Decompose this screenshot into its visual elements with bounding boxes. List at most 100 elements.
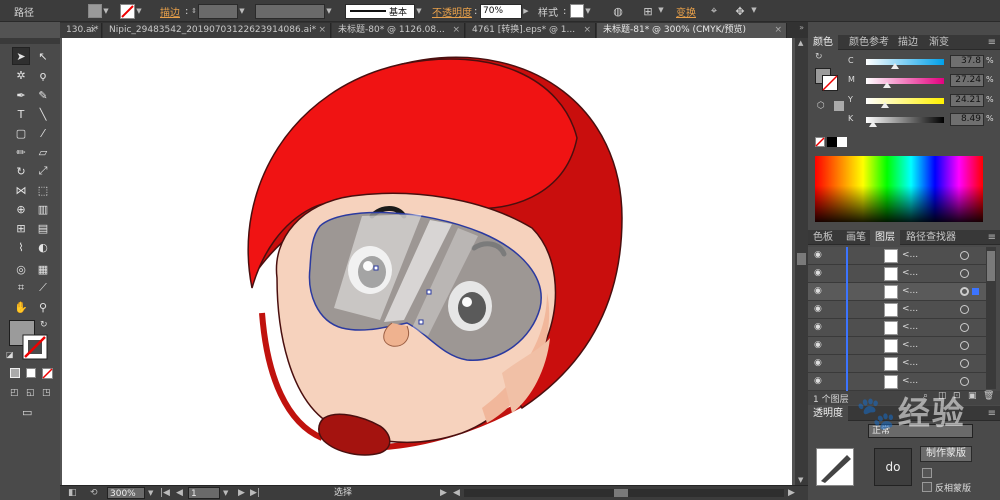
channel-value-field[interactable]: 8.49 <box>950 113 984 126</box>
none-swatch[interactable] <box>815 137 825 147</box>
scrollbar-thumb[interactable] <box>614 489 628 497</box>
rotate-view-icon[interactable]: ⟲ <box>90 487 98 499</box>
target-icon[interactable] <box>960 341 969 350</box>
recolor-artwork-icon[interactable]: ◍ <box>610 3 626 19</box>
target-icon[interactable] <box>960 269 969 278</box>
eye-icon[interactable]: ◉ <box>814 268 826 279</box>
slider-track[interactable] <box>866 78 944 84</box>
eye-icon[interactable]: ◉ <box>814 322 826 333</box>
zoom-tool-icon[interactable]: ⚲ <box>34 298 52 316</box>
slider-knob[interactable] <box>883 82 891 88</box>
panel-menu-icon[interactable]: ≡ <box>988 37 996 48</box>
chevron-down-icon[interactable]: ▼ <box>584 4 592 18</box>
vertical-scrollbar[interactable]: ▲ ▼ <box>795 38 808 485</box>
chevron-down-icon[interactable]: ▼ <box>223 487 228 499</box>
tabs-overflow-icon[interactable]: » <box>799 23 804 32</box>
layer-row[interactable]: ◉ <... <box>808 247 986 265</box>
transform-label[interactable]: 变换 <box>676 3 696 19</box>
chevron-down-icon[interactable]: ▼ <box>750 3 758 17</box>
rectangle-tool-icon[interactable]: ▢ <box>12 124 30 142</box>
color-spectrum[interactable] <box>815 156 983 222</box>
column-graph-tool-icon[interactable]: ▦ <box>34 260 52 278</box>
next-artboard-icon[interactable]: ▶ <box>238 487 245 499</box>
zoom-field[interactable]: 300% <box>107 487 145 499</box>
slider-knob[interactable] <box>869 121 877 127</box>
fill-swatch[interactable]: ▼ <box>88 3 110 19</box>
scroll-down-icon[interactable]: ▼ <box>798 476 803 484</box>
tab-gradient[interactable]: 渐变 <box>924 35 954 50</box>
stroke-none-box[interactable] <box>22 334 48 360</box>
opacity-field-wrap[interactable]: 70% ▶ <box>480 3 530 19</box>
previous-artboard-icon[interactable]: ◀ <box>176 487 183 499</box>
draw-inside-icon[interactable]: ◳ <box>42 388 51 398</box>
stroke-weight-field[interactable] <box>198 3 238 19</box>
swap-fill-stroke-icon[interactable]: ↻ <box>815 52 823 62</box>
make-mask-button[interactable]: 制作蒙版 <box>920 446 972 462</box>
brush-definition-field[interactable]: 基本 <box>345 3 415 19</box>
layer-row[interactable]: ◉ <... <box>808 301 986 319</box>
close-icon[interactable]: × <box>89 23 97 38</box>
magenta-slider[interactable]: M 27.24 % <box>848 74 998 88</box>
tab-stroke[interactable]: 描边 <box>893 35 923 50</box>
magic-wand-tool-icon[interactable]: ✲ <box>12 66 30 84</box>
anchor-point[interactable] <box>418 319 424 325</box>
target-icon[interactable] <box>960 359 969 368</box>
eye-icon[interactable]: ◉ <box>814 376 826 387</box>
toolbar-grip[interactable] <box>0 38 60 44</box>
isolate-icon[interactable]: ⌖ <box>706 3 722 19</box>
pen-tool-icon[interactable]: ✒ <box>12 86 30 104</box>
gradient-mode-icon[interactable] <box>26 368 36 378</box>
rotate-tool-icon[interactable]: ↻ <box>12 162 30 180</box>
new-layer-icon[interactable]: ▣ <box>968 391 977 401</box>
layer-name[interactable]: <... <box>902 322 918 332</box>
document-tab-active[interactable]: 未标题-81* @ 300% (CMYK/预览) × <box>597 23 787 38</box>
cyan-slider[interactable]: C 37.8 % <box>848 55 998 69</box>
close-icon[interactable]: × <box>452 23 460 38</box>
variable-width-profile[interactable]: ▼ <box>255 3 333 19</box>
eye-icon[interactable]: ◉ <box>814 286 826 297</box>
screen-mode-icon[interactable]: ▭ <box>22 406 32 419</box>
scrollbar-thumb[interactable] <box>797 253 806 265</box>
gradient-tool-icon[interactable]: ▤ <box>34 219 52 237</box>
fill-color-box[interactable] <box>88 4 102 18</box>
channel-value-field[interactable]: 37.8 <box>950 55 984 68</box>
slider-knob[interactable] <box>881 102 889 108</box>
object-thumbnail[interactable] <box>816 448 854 486</box>
scale-tool-icon[interactable]: ⤢ <box>34 162 52 180</box>
artboard-navigator-icon[interactable]: ◧ <box>68 487 77 499</box>
shape-builder-tool-icon[interactable]: ⊕ <box>12 200 30 218</box>
helmet-illustration[interactable] <box>62 38 792 485</box>
layer-name[interactable]: <... <box>902 304 918 314</box>
layer-name[interactable]: <... <box>902 250 918 260</box>
chevron-down-icon[interactable]: ▼ <box>148 487 153 499</box>
slider-track[interactable] <box>866 98 944 104</box>
eye-icon[interactable]: ◉ <box>814 340 826 351</box>
scroll-up-icon[interactable]: ▲ <box>798 39 803 47</box>
selection-tool-icon[interactable]: ➤ <box>12 47 30 65</box>
chevron-down-icon[interactable]: ▼ <box>415 4 423 18</box>
hand-tool-icon[interactable]: ✋ <box>12 298 30 316</box>
document-tab[interactable]: 未标题-80* @ 1126.08... × <box>332 23 465 38</box>
tab-pathfinder[interactable]: 路径查找器 <box>901 230 961 245</box>
tab-transparency[interactable]: 透明度 <box>808 406 848 421</box>
blend-tool-icon[interactable]: ◐ <box>34 238 52 256</box>
width-tool-icon[interactable]: ⋈ <box>12 181 30 199</box>
layer-row[interactable]: ◉ <... <box>808 319 986 337</box>
target-icon[interactable] <box>960 323 969 332</box>
canvas-area[interactable] <box>60 38 795 485</box>
tab-brushes[interactable]: 画笔 <box>841 230 871 245</box>
stroke-weight-stepper[interactable]: ⇕ ▼ <box>190 3 246 19</box>
variable-width-field[interactable] <box>255 3 325 19</box>
tab-color-guide[interactable]: 颜色参考 <box>844 35 894 50</box>
chevron-down-icon[interactable]: ▼ <box>135 4 143 18</box>
panel-menu-icon[interactable]: ≡ <box>988 408 996 419</box>
scrollbar-thumb[interactable] <box>987 251 995 281</box>
scroll-left-icon[interactable]: ◀ <box>453 487 460 499</box>
target-icon[interactable] <box>960 305 969 314</box>
target-icon[interactable] <box>960 251 969 260</box>
stroke-swatch[interactable]: ▼ <box>120 3 143 19</box>
closest-web-color-swatch[interactable] <box>834 101 844 111</box>
target-icon[interactable] <box>960 377 969 386</box>
horizontal-scrollbar[interactable] <box>464 489 784 497</box>
tab-swatches[interactable]: 色板 <box>808 230 838 245</box>
